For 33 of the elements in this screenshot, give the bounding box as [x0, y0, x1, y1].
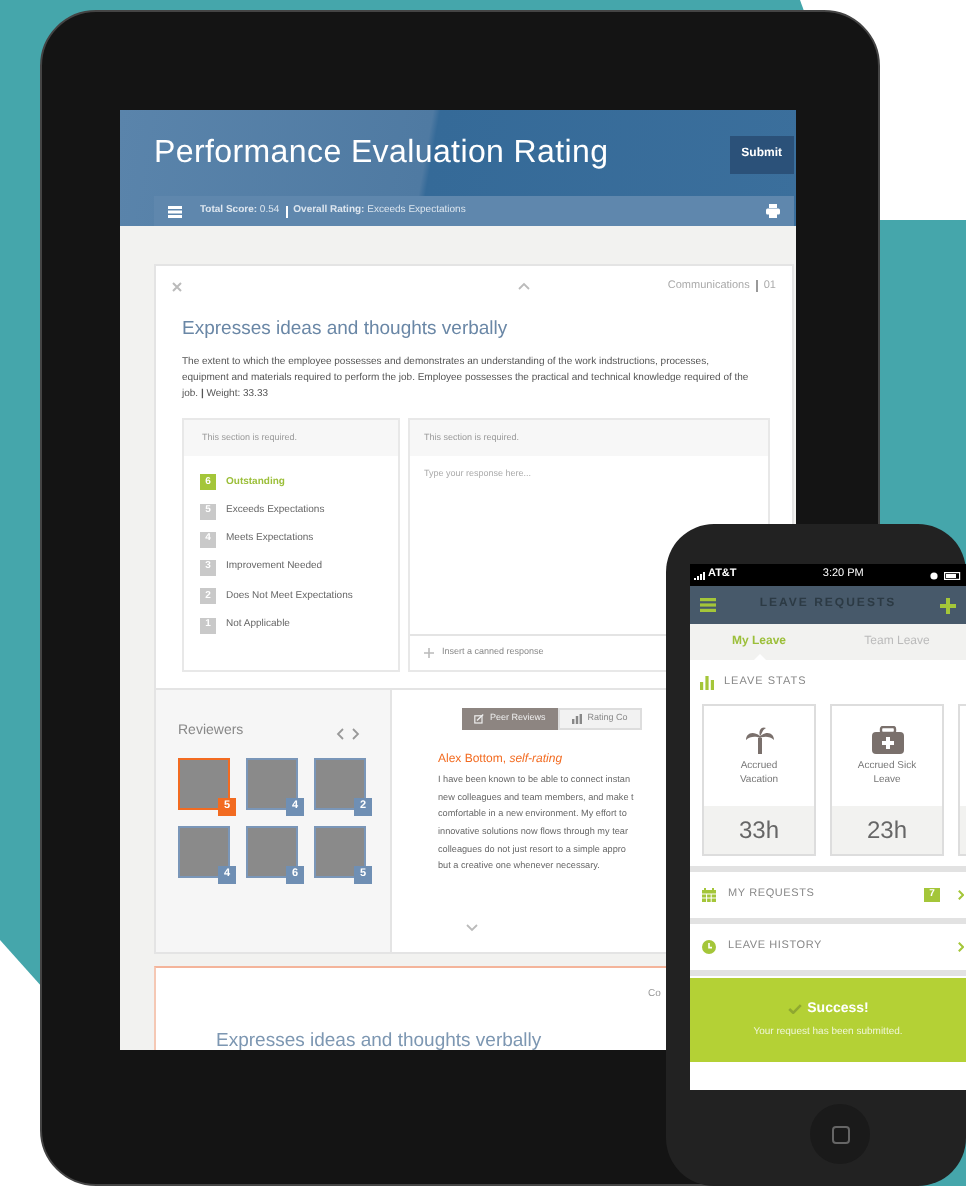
stat-value: 23h	[866, 814, 908, 848]
printer-icon[interactable]	[766, 204, 780, 218]
calendar-icon	[702, 888, 716, 902]
edit-icon	[474, 714, 484, 725]
battery-icon	[944, 571, 962, 579]
photo-placeholder[interactable]	[178, 757, 230, 810]
chevron-right-icon	[958, 890, 964, 900]
photo-placeholder[interactable]	[314, 825, 366, 878]
photo-placeholder[interactable]	[178, 825, 230, 878]
photo-placeholder[interactable]	[246, 825, 298, 878]
clock-icon	[702, 940, 716, 954]
stat-value: 33h	[738, 814, 780, 848]
question-title: Expresses ideas and thoughts verbally	[180, 316, 510, 344]
close-icon[interactable]	[172, 281, 182, 291]
chevron-up-icon[interactable]	[518, 282, 531, 290]
menu-icon[interactable]	[168, 205, 182, 217]
photo-placeholder[interactable]	[246, 757, 298, 810]
bar-chart-icon	[700, 675, 714, 689]
chevron-down-icon[interactable]	[466, 924, 478, 933]
menu-icon[interactable]	[700, 598, 716, 612]
page-title: Performance Evaluation Rating	[154, 134, 609, 174]
signal-icon	[694, 571, 706, 579]
chevron-left-icon[interactable]	[336, 727, 344, 739]
plus-icon[interactable]	[939, 597, 956, 613]
plus-icon[interactable]	[424, 648, 434, 659]
bar-chart-icon	[571, 714, 582, 725]
chevron-right-icon	[958, 942, 964, 952]
question-title: Expresses ideas and thoughts verbally	[216, 1027, 544, 1050]
medical-kit-icon	[871, 725, 903, 753]
check-icon	[787, 1004, 802, 1015]
chevron-right-icon[interactable]	[352, 727, 360, 739]
photo-placeholder[interactable]	[314, 757, 366, 810]
palm-tree-icon	[743, 725, 775, 753]
